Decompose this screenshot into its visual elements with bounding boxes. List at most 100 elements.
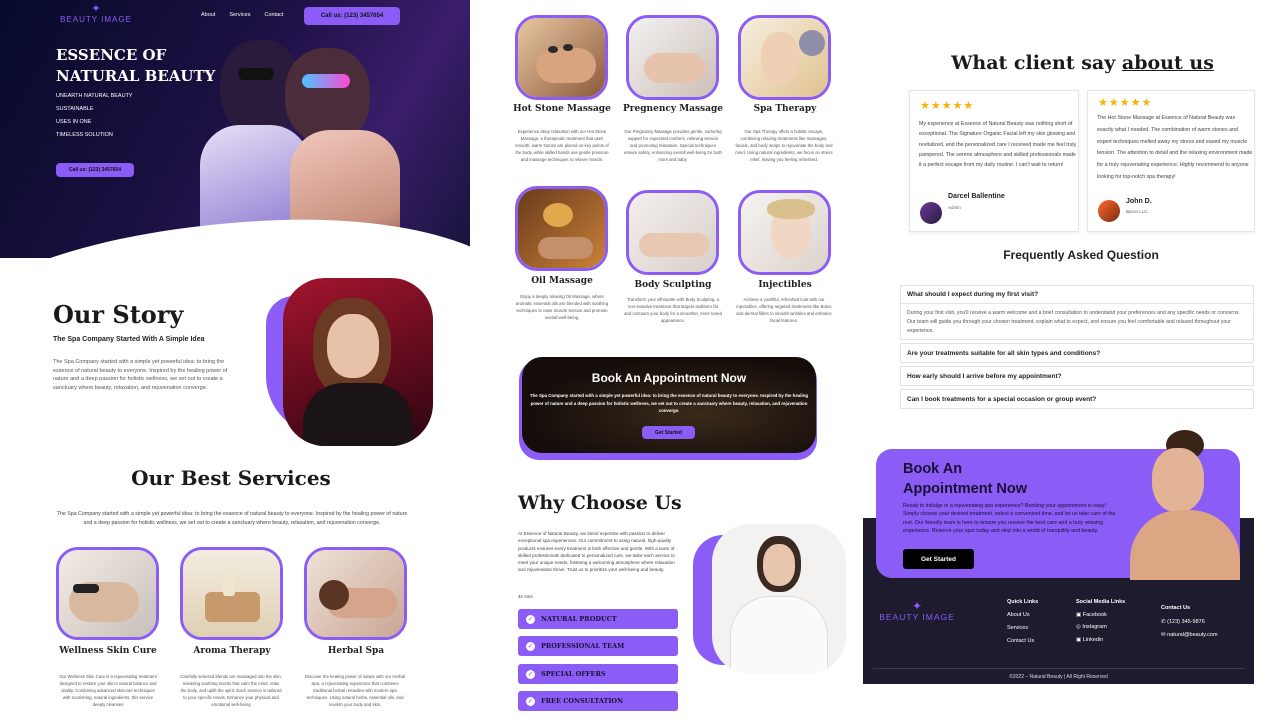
nav-services[interactable]: Services (229, 12, 250, 18)
testimonial-text: The Hot Stone Massage at Essence of Natu… (1097, 115, 1253, 180)
check-icon: ✓ (526, 614, 535, 624)
testimonials-title-plain: What client say (951, 52, 1116, 74)
testimonial-role: Admin (948, 205, 961, 210)
hero-tag: SUSTAINABLE (56, 106, 94, 112)
story-title: Our Story (53, 300, 184, 329)
appt-purple-image (1110, 430, 1250, 580)
testimonial-name: John D. (1126, 198, 1152, 205)
hero-call-button[interactable]: Call us: (123) 3457654 (56, 163, 134, 177)
call-us-button[interactable]: Call us: (123) 3457654 (304, 7, 400, 25)
footer-heading: Quick Links (1007, 599, 1039, 605)
hero-title-line1: ESSENCE OF (56, 46, 167, 64)
story-image (283, 278, 433, 446)
hero-section: ✦ BEAUTY IMAGE About Services Contact Ca… (0, 0, 470, 258)
service-image-herbal (304, 547, 407, 640)
hero-tags: UNEARTH NATURAL BEAUTY SUSTAINABLE USES … (56, 90, 133, 142)
why-item: ✓ FREE CONSULTATION (518, 691, 678, 711)
nav-about[interactable]: About (201, 12, 215, 18)
check-icon: ✓ (526, 641, 535, 651)
why-item-label: SPECIAL OFFERS (541, 670, 606, 678)
service-image-hot-stone (515, 15, 608, 100)
why-item: ✓ NATURAL PRODUCT (518, 609, 678, 629)
service-desc: Our Spa Therapy offers a holistic escape… (735, 129, 833, 162)
footer-divider (873, 668, 1245, 669)
footer-link-contact[interactable]: Contact Us (1007, 635, 1038, 648)
service-image-oil (515, 186, 608, 271)
why-body: At Essence of Natural Beauty, we blend e… (518, 531, 675, 573)
top-nav: About Services Contact (201, 12, 283, 18)
faq-question[interactable]: Are your treatments suitable for all ski… (900, 343, 1254, 363)
why-title: Why Choose Us (518, 492, 682, 514)
why-item: ✓ SPECIAL OFFERS (518, 664, 678, 684)
footer-heading: Social Media Links (1076, 599, 1126, 605)
why-item: ✓ PROFESSIONAL TEAM (518, 636, 678, 656)
footer-heading: Contact Us (1161, 605, 1191, 611)
testimonial-text: My experience at Essence of Natural Beau… (919, 121, 1077, 169)
service-desc: Our Pregnancy Massage provides gentle, n… (624, 129, 722, 162)
footer-quick-links: Quick Links About Us Services Contact Us (1007, 596, 1038, 648)
footer-link-facebook[interactable]: ▣ Facebook (1076, 609, 1125, 622)
footer-phone[interactable]: ✆ (123) 345-9876 (1161, 616, 1218, 630)
hero-tag: TIMELESS SOLUTION (56, 132, 113, 138)
footer-email-text: natural@beauty.com (1167, 632, 1218, 638)
faq-title: Frequently Asked Question (1003, 248, 1159, 262)
brand-logo[interactable]: ✦ BEAUTY IMAGE (56, 4, 136, 25)
appt-purple-title-line1: Book An (903, 461, 963, 477)
avatar (1098, 200, 1120, 222)
butterfly-icon: ✦ (911, 599, 923, 613)
testimonial-card: ★★★★★ The Hot Stone Massage at Essence o… (1087, 90, 1255, 232)
best-services-title: Our Best Services (131, 466, 331, 490)
faq-question[interactable]: How early should I arrive before my appo… (900, 366, 1254, 386)
hero-tag: USES IN ONE (56, 119, 92, 125)
service-image-body-sculpting (626, 190, 719, 275)
service-image-pregnancy (626, 15, 719, 100)
service-image-spa-therapy (738, 15, 831, 100)
service-desc: Our Wellness Skin Cure is a rejuvenating… (59, 674, 157, 707)
service-image-wellness (56, 547, 159, 640)
why-item-label: FREE CONSULTATION (541, 697, 624, 705)
best-services-body: The Spa Company started with a simple ye… (56, 511, 408, 526)
service-title: Pregnency Massage (623, 104, 723, 114)
faq-question[interactable]: Can I book treatments for a special occa… (900, 389, 1254, 409)
hero-title-line2: NATURAL BEAUTY (56, 67, 216, 85)
footer-phone-text: (123) 345-9876 (1167, 618, 1205, 625)
appt-purple-button[interactable]: Get Started (903, 549, 974, 569)
footer-link-linkedin[interactable]: ▣ Linkedin (1076, 634, 1125, 647)
nav-contact[interactable]: Contact (264, 12, 283, 18)
story-body: The Spa Company started with a simple ye… (53, 359, 228, 391)
testimonial-role: Baron LLC. (1126, 209, 1149, 214)
faq-question-open[interactable]: What should I expect during my first vis… (900, 285, 1254, 304)
footer-social-label: Instagram (1082, 624, 1107, 630)
appt-dark-banner: Book An Appointment Now The Spa Company … (522, 357, 816, 453)
footer-logo[interactable]: ✦ BEAUTY IMAGE (873, 600, 961, 622)
why-item-label: NATURAL PRODUCT (541, 615, 617, 623)
testimonials-title-underline: about us (1121, 52, 1214, 74)
footer-link-about[interactable]: About Us (1007, 609, 1038, 622)
service-title: Injectibles (758, 280, 812, 290)
service-title: Spa Therapy (753, 104, 817, 114)
why-image (712, 524, 846, 674)
service-desc: Discover the healing power of nature wit… (304, 674, 406, 707)
testimonials-title: What client say about us (900, 52, 1265, 74)
service-title: Herbal Spa (327, 646, 385, 656)
footer-contact: Contact Us ✆ (123) 345-9876 ✉ natural@be… (1161, 602, 1218, 643)
appt-dark-button[interactable]: Get Started (642, 426, 695, 439)
appt-dark-title: Book An Appointment Now (591, 371, 747, 385)
service-title: Aroma Therapy (193, 646, 271, 656)
footer-copyright: ©2022 – Natural Beauty | All Right Reser… (1009, 674, 1108, 680)
appt-purple-body: Ready to indulge in a rejuvenating spa e… (903, 503, 1116, 534)
brand-name: BEAUTY IMAGE (60, 15, 132, 24)
brand-name: BEAUTY IMAGE (879, 612, 955, 622)
service-desc: Transform your silhouette with Body Scul… (624, 297, 722, 323)
story-subtitle: The Spa Company Started With A Simple Id… (53, 336, 205, 343)
footer-link-instagram[interactable]: ◎ Instagram (1076, 621, 1125, 634)
hero-title: ESSENCE OF NATURAL BEAUTY (56, 45, 215, 87)
testimonial-name: Darcel Ballentine (948, 193, 1005, 200)
service-desc: Experience deep relaxation with our Hot … (515, 129, 609, 162)
linkedin-icon: ▣ (1076, 636, 1083, 643)
check-icon: ✓ (526, 669, 535, 679)
footer-link-services[interactable]: Services (1007, 622, 1038, 635)
footer-email[interactable]: ✉ natural@beauty.com (1161, 629, 1218, 643)
service-title: Wellness Skin Cure (59, 646, 157, 656)
service-title: Body Sculpting (634, 280, 712, 290)
